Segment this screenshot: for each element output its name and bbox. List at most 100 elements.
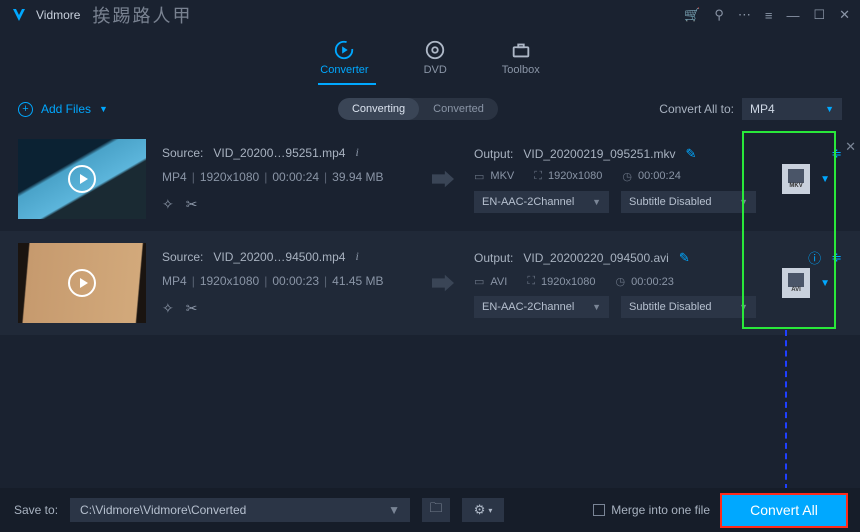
remove-item-button[interactable]: ✕ — [845, 139, 856, 155]
chevron-down-icon: ▼ — [592, 197, 601, 207]
app-name: Vidmore — [36, 8, 80, 22]
trim-icon[interactable]: ✂ — [186, 300, 198, 317]
output-format-badge[interactable]: AVI ▼ — [782, 259, 830, 307]
source-resolution: 1920x1080 — [200, 274, 259, 288]
segment-converting[interactable]: Converting — [338, 98, 419, 120]
output-settings-icon[interactable]: ≑ — [831, 146, 842, 162]
menu-icon[interactable]: ≡ — [765, 8, 773, 23]
source-filename: VID_20200…94500.mp4 — [213, 250, 345, 264]
convert-all-to-label: Convert All to: — [659, 102, 734, 116]
bottom-bar: Save to: C:\Vidmore\Vidmore\Converted ▼ … — [0, 488, 860, 532]
edit-pen-icon[interactable]: ✎ — [679, 250, 690, 266]
audio-track-value: EN-AAC-2Channel — [482, 196, 574, 208]
source-resolution: 1920x1080 — [200, 170, 259, 184]
container-icon: ▭ — [474, 275, 484, 288]
audio-track-dropdown[interactable]: EN-AAC-2Channel ▼ — [474, 191, 609, 213]
merge-label: Merge into one file — [611, 503, 710, 517]
save-path-dropdown[interactable]: C:\Vidmore\Vidmore\Converted ▼ — [70, 498, 410, 522]
active-tab-underline — [318, 83, 376, 85]
chevron-down-icon: ▼ — [825, 104, 834, 114]
toolbar: + Add Files ▼ Converting Converted Conve… — [0, 91, 860, 127]
chevron-down-icon: ▼ — [820, 174, 830, 185]
settings-button[interactable]: ⚙▾ — [462, 498, 504, 522]
effects-icon[interactable]: ✧ — [162, 300, 174, 317]
file-item: Source: VID_20200…94500.mp4 i MP4|1920x1… — [0, 231, 860, 335]
add-files-button[interactable]: + Add Files ▼ — [18, 102, 108, 117]
app-logo-icon — [10, 6, 28, 24]
main-tabs: Converter DVD Toolbox — [0, 30, 860, 85]
convert-all-to-dropdown[interactable]: MP4 ▼ — [742, 98, 842, 120]
merge-checkbox[interactable]: Merge into one file — [593, 503, 710, 517]
output-prefix: Output: — [474, 147, 513, 161]
add-files-label: Add Files — [41, 102, 91, 116]
convert-all-to: Convert All to: MP4 ▼ — [659, 98, 842, 120]
output-filename: VID_20200219_095251.mkv — [523, 147, 675, 161]
tab-dvd[interactable]: DVD — [424, 39, 447, 76]
info-icon[interactable]: i — [355, 249, 358, 264]
save-path-value: C:\Vidmore\Vidmore\Converted — [80, 503, 246, 517]
output-resolution: 1920x1080 — [541, 276, 595, 288]
minimize-button[interactable]: — — [786, 8, 799, 23]
plus-icon: + — [18, 102, 33, 117]
subtitle-value: Subtitle Disabled — [629, 196, 712, 208]
video-thumbnail[interactable] — [18, 243, 146, 323]
convert-all-label: Convert All — [750, 502, 818, 518]
tab-converter[interactable]: Converter — [320, 39, 368, 76]
close-button[interactable]: ✕ — [839, 7, 850, 23]
chevron-down-icon: ▼ — [820, 278, 830, 289]
output-duration: 00:00:23 — [631, 276, 674, 288]
source-prefix: Source: — [162, 250, 203, 264]
output-filename: VID_20200220_094500.avi — [523, 251, 668, 265]
segment-converted[interactable]: Converted — [419, 98, 498, 120]
dvd-icon — [424, 39, 446, 61]
title-bar: Vidmore 挨踢路人甲 🛒 ⚲ ⋯ ≡ — ☐ ✕ — [0, 0, 860, 30]
output-duration: 00:00:24 — [638, 170, 681, 182]
audio-track-value: EN-AAC-2Channel — [482, 301, 574, 313]
format-badge-label: AVI — [790, 287, 802, 293]
feedback-icon[interactable]: ⋯ — [738, 7, 751, 23]
output-container: MKV — [490, 170, 514, 182]
toolbox-icon — [510, 39, 532, 61]
convert-all-button[interactable]: Convert All — [722, 495, 846, 526]
chevron-down-icon: ▼ — [99, 104, 108, 114]
source-meta: MP4|1920x1080|00:00:23|41.45 MB — [162, 274, 412, 288]
tab-toolbox-label: Toolbox — [502, 64, 540, 76]
output-resolution: 1920x1080 — [548, 170, 602, 182]
output-format-badge[interactable]: MKV ▼ — [782, 155, 830, 203]
audio-track-dropdown[interactable]: EN-AAC-2Channel ▼ — [474, 296, 609, 318]
chevron-down-icon: ▼ — [739, 197, 748, 207]
subtitle-value: Subtitle Disabled — [629, 301, 712, 313]
source-prefix: Source: — [162, 146, 203, 160]
format-badge-label: MKV — [788, 183, 803, 189]
arrow-icon — [428, 139, 458, 219]
cart-icon[interactable]: 🛒 — [684, 7, 700, 23]
output-container: AVI — [490, 276, 507, 288]
status-segment: Converting Converted — [338, 98, 498, 120]
maximize-button[interactable]: ☐ — [813, 7, 825, 23]
subtitle-dropdown[interactable]: Subtitle Disabled ▼ — [621, 191, 756, 213]
converter-icon — [333, 39, 355, 61]
trim-icon[interactable]: ✂ — [186, 196, 198, 213]
watermark-text: 挨踢路人甲 — [92, 2, 192, 28]
subtitle-dropdown[interactable]: Subtitle Disabled ▼ — [621, 296, 756, 318]
effects-icon[interactable]: ✧ — [162, 196, 174, 213]
file-source-column: Source: VID_20200…95251.mp4 i MP4|1920x1… — [162, 139, 412, 219]
edit-pen-icon[interactable]: ✎ — [685, 146, 696, 162]
container-icon: ▭ — [474, 170, 484, 183]
source-format: MP4 — [162, 170, 187, 184]
play-icon — [68, 269, 96, 297]
play-icon — [68, 165, 96, 193]
source-format: MP4 — [162, 274, 187, 288]
source-duration: 00:00:24 — [272, 170, 319, 184]
resolution-icon: ⛶ — [527, 275, 535, 288]
file-source-column: Source: VID_20200…94500.mp4 i MP4|1920x1… — [162, 243, 412, 323]
info-icon[interactable]: i — [355, 145, 358, 160]
source-filename: VID_20200…95251.mp4 — [213, 146, 345, 160]
video-thumbnail[interactable] — [18, 139, 146, 219]
open-folder-button[interactable]: 🗀 — [422, 498, 450, 522]
key-icon[interactable]: ⚲ — [714, 7, 724, 23]
source-meta: MP4|1920x1080|00:00:24|39.94 MB — [162, 170, 412, 184]
tab-toolbox[interactable]: Toolbox — [502, 39, 540, 76]
source-size: 39.94 MB — [332, 170, 383, 184]
output-settings-icon[interactable]: ≑ — [831, 250, 842, 266]
